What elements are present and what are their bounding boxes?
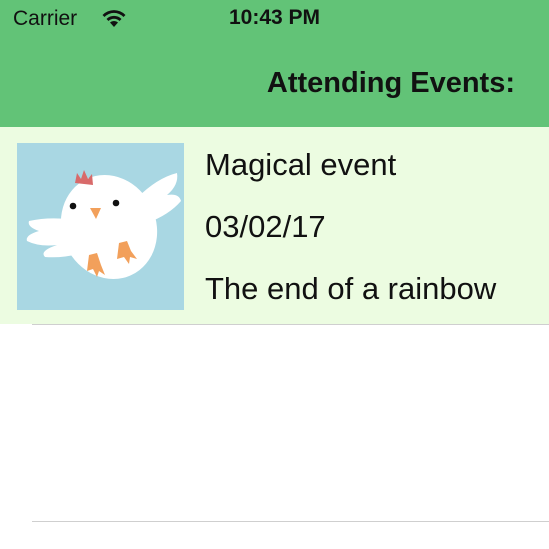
empty-row[interactable] xyxy=(0,325,549,521)
white-chick-icon xyxy=(26,170,181,279)
header: Carrier 10:43 PM Attending Events: xyxy=(0,0,549,127)
status-time: 10:43 PM xyxy=(228,6,321,29)
event-date: 03/02/17 xyxy=(205,209,326,244)
event-row[interactable]: Magical event 03/02/17 The end of a rain… xyxy=(0,127,549,324)
status-bar: Carrier 10:43 PM xyxy=(0,0,549,40)
app-screen: Carrier 10:43 PM Attending Events: Magic… xyxy=(0,0,549,549)
event-location: The end of a rainbow xyxy=(205,271,497,306)
event-name: Magical event xyxy=(205,147,397,182)
page-title: Attending Events: xyxy=(266,67,515,99)
row-separator xyxy=(32,521,549,522)
event-image xyxy=(17,143,184,310)
